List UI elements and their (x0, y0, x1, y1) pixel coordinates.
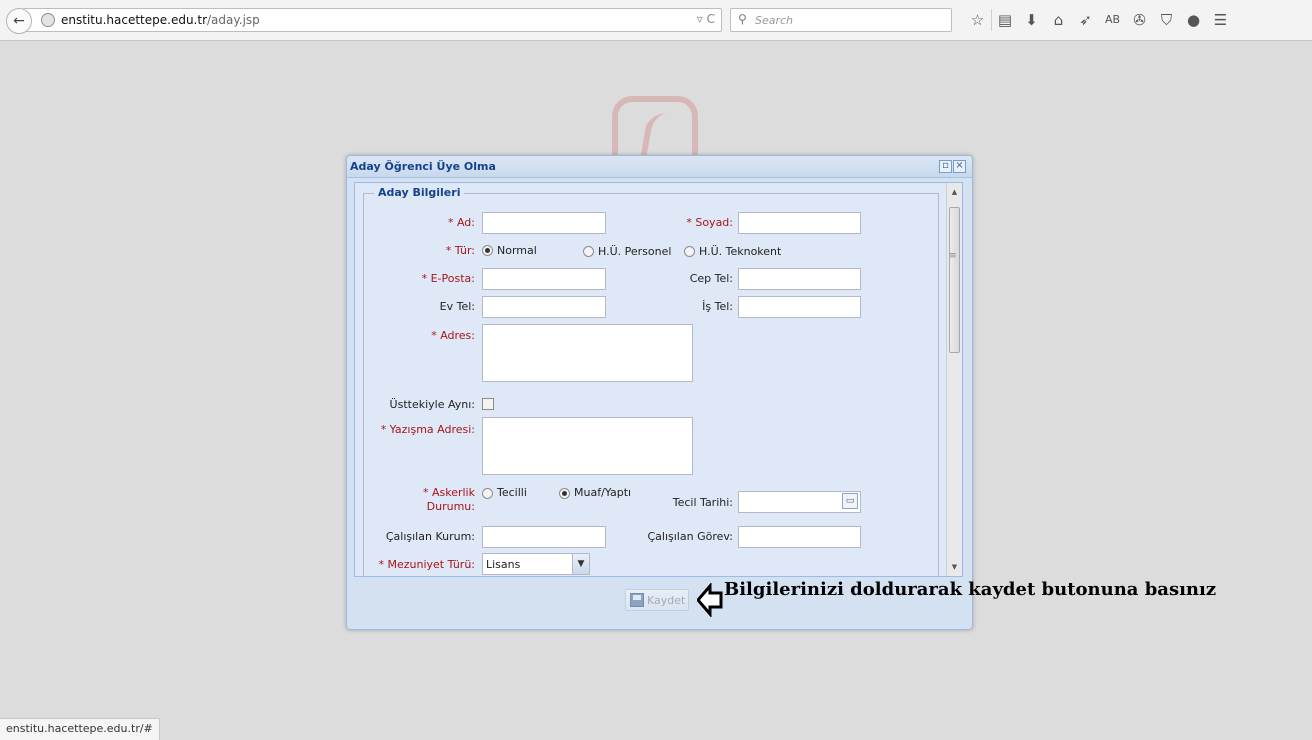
calisilan-gorev-label: Çalışılan Görev: (647, 530, 733, 543)
is-tel-input[interactable] (738, 296, 861, 318)
soyad-input[interactable] (738, 212, 861, 234)
mezuniyet-turu-value: Lisans (486, 558, 521, 571)
adres-textarea[interactable] (482, 324, 693, 382)
is-tel-label: İş Tel: (702, 300, 733, 313)
shield-icon[interactable]: ⛉ (1153, 9, 1180, 31)
scroll-down-icon[interactable]: ▼ (947, 560, 962, 574)
download-icon[interactable]: ⬇ (1018, 9, 1045, 31)
yazisma-adresi-label: * Yazışma Adresi: (380, 423, 475, 436)
calisilan-kurum-label: Çalışılan Kurum: (385, 530, 475, 543)
scroll-grip-icon: ≡ (949, 251, 957, 261)
chevron-down-icon[interactable]: ▼ (572, 554, 589, 574)
status-bar: enstitu.hacettepe.edu.tr/# (0, 718, 160, 740)
search-input[interactable]: ⚲ Search (730, 8, 952, 32)
tur-teknokent-radio[interactable] (684, 246, 695, 257)
url-text: enstitu.hacettepe.edu.tr/aday.jsp (61, 13, 260, 27)
search-placeholder: Search (755, 14, 794, 27)
reload-icon[interactable]: ▿ C (697, 12, 715, 26)
url-host: enstitu.hacettepe.edu.tr (61, 13, 208, 27)
toolbar-icons: ☆ ▤ ⬇ ⌂ ➶ AB ✇ ⛉ ● ☰ (964, 9, 1234, 31)
eposta-label: * E-Posta: (421, 272, 475, 285)
askerlik-label-line2: Durumu: (426, 500, 475, 513)
tur-personel-radio[interactable] (583, 246, 594, 257)
menu-icon[interactable]: ☰ (1207, 9, 1234, 31)
globe-icon (41, 13, 55, 27)
tur-normal-label: Normal (497, 244, 537, 257)
ab-icon[interactable]: AB (1099, 9, 1126, 31)
scroll-up-icon[interactable]: ▲ (947, 185, 962, 199)
maximize-icon[interactable]: ▫ (939, 160, 952, 173)
mezuniyet-turu-select[interactable]: Lisans ▼ (482, 553, 590, 575)
close-icon[interactable]: × (953, 160, 966, 173)
calendar-icon[interactable]: ▭ (842, 493, 858, 509)
scroll-thumb[interactable] (949, 207, 960, 353)
yazisma-adresi-textarea[interactable] (482, 417, 693, 475)
save-button[interactable]: Kaydet (625, 589, 689, 611)
cep-tel-input[interactable] (738, 268, 861, 290)
ev-tel-label: Ev Tel: (439, 300, 475, 313)
calisilan-gorev-input[interactable] (738, 526, 861, 548)
tur-label: * Tür: (445, 244, 475, 257)
url-bar[interactable]: enstitu.hacettepe.edu.tr/aday.jsp ▿ C (22, 8, 722, 32)
fieldset-title: Aday Bilgileri (374, 186, 465, 199)
askerlik-muaf-radio[interactable] (559, 488, 570, 499)
askerlik-muaf-label: Muaf/Yaptı (574, 486, 632, 499)
tur-personel-label: H.Ü. Personel (598, 245, 672, 258)
dialog-title: Aday Öğrenci Üye Olma (350, 160, 496, 173)
left-arrow-icon (697, 583, 723, 617)
candidate-info-fieldset: Aday Bilgileri * Ad: * Soyad: * Tür: Nor… (363, 186, 939, 576)
ad-label: * Ad: (447, 216, 475, 229)
tur-normal-radio[interactable] (482, 245, 493, 256)
usttekiyle-ayni-checkbox[interactable] (482, 398, 494, 410)
mezuniyet-turu-label: * Mezuniyet Türü: (378, 558, 476, 571)
cep-tel-label: Cep Tel: (689, 272, 733, 285)
floppy-disk-icon (630, 593, 644, 607)
usttekiyle-ayni-label: Üsttekiyle Aynı: (389, 398, 475, 411)
ad-input[interactable] (482, 212, 606, 234)
send-icon[interactable]: ➶ (1072, 9, 1099, 31)
candidate-registration-dialog: Aday Öğrenci Üye Olma ▫ × Aday Bilgileri… (346, 155, 973, 630)
eposta-input[interactable] (482, 268, 606, 290)
dialog-scrollbar[interactable]: ▲ ≡ ▼ (946, 183, 962, 576)
browser-toolbar: enstitu.hacettepe.edu.tr/aday.jsp ▿ C ← … (0, 0, 1312, 41)
askerlik-label: * Askerlik (422, 486, 475, 499)
askerlik-tecilli-radio[interactable] (482, 488, 493, 499)
askerlik-tecilli-label: Tecilli (497, 486, 527, 499)
save-button-label: Kaydet (647, 594, 686, 607)
search-icon: ⚲ (738, 12, 747, 26)
tur-teknokent-label: H.Ü. Teknokent (699, 245, 782, 258)
chat-icon[interactable]: ● (1180, 9, 1207, 31)
adres-label: * Adres: (431, 329, 475, 342)
extension-icon[interactable]: ✇ (1126, 9, 1153, 31)
url-path: /aday.jsp (207, 13, 260, 27)
calisilan-kurum-input[interactable] (482, 526, 606, 548)
reading-list-icon[interactable]: ▤ (991, 9, 1018, 31)
tecil-tarihi-label: Tecil Tarihi: (672, 496, 733, 509)
instruction-note: Bilgilerinizi doldurarak kaydet butonuna… (724, 579, 1217, 600)
back-arrow-icon[interactable]: ← (6, 8, 32, 34)
home-icon[interactable]: ⌂ (1045, 9, 1072, 31)
soyad-label: * Soyad: (686, 216, 733, 229)
ev-tel-input[interactable] (482, 296, 606, 318)
star-icon[interactable]: ☆ (964, 9, 991, 31)
dialog-header[interactable]: Aday Öğrenci Üye Olma ▫ × (347, 156, 972, 178)
dialog-body: Aday Bilgileri * Ad: * Soyad: * Tür: Nor… (354, 182, 963, 577)
